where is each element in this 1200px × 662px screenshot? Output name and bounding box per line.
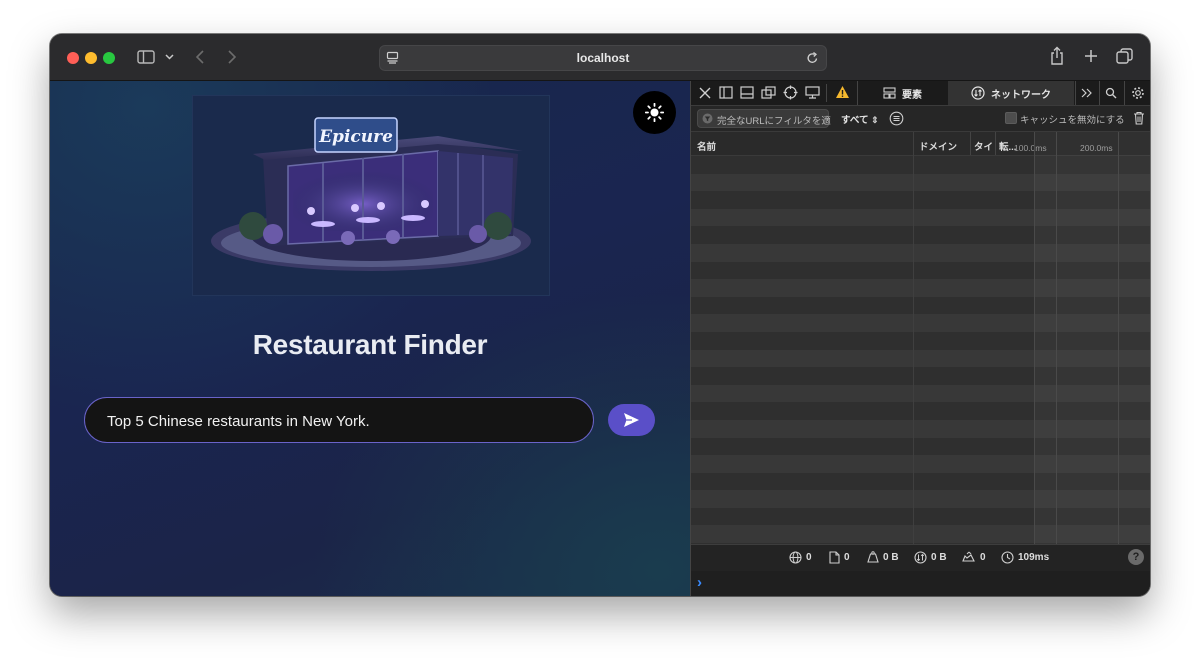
url-filter-input[interactable]: 完全なURLにフィルタを適 <box>697 109 831 128</box>
page-title: Restaurant Finder <box>252 329 488 360</box>
browser-window: localhost Epicure Restaurant Finder Top … <box>50 34 1150 596</box>
search-box <box>84 397 594 444</box>
network-summary-bar: 0 0 0 B 0 B 0 109ms ? <box>691 544 1150 572</box>
chevron-down-icon[interactable] <box>165 54 174 60</box>
column-divider <box>913 132 914 544</box>
transferred-value: 0 B <box>883 551 899 563</box>
toolbar-divider <box>1099 81 1100 105</box>
globe-icon <box>789 551 802 564</box>
filter-icon <box>702 113 713 124</box>
reload-icon[interactable] <box>806 51 819 65</box>
toolbar-divider <box>1124 81 1125 105</box>
transferred-size: 0 B <box>867 551 899 563</box>
detach-icon[interactable] <box>761 86 776 99</box>
close-inspector-icon[interactable] <box>699 87 711 99</box>
disable-cache-label: キャッシュを無効にする <box>1020 115 1125 126</box>
cloud-upload-icon <box>962 551 975 562</box>
inspector-toolbar: 要素 ネットワーク <box>691 81 1150 106</box>
search-input[interactable] <box>105 398 579 444</box>
close-window-button[interactable] <box>67 52 79 64</box>
prompt-chevron-icon: › <box>697 574 702 591</box>
tab-elements[interactable]: 要素 <box>858 81 947 105</box>
column-domain[interactable]: ドメイン <box>919 139 957 153</box>
dock-side-icon[interactable] <box>719 86 733 99</box>
resources-count: 0 <box>829 551 850 564</box>
redirects-value: 0 <box>980 551 986 563</box>
network-transfer-icon <box>914 551 927 564</box>
timeline-gridline <box>1056 132 1057 544</box>
address-bar[interactable]: localhost <box>379 45 827 71</box>
resources-value: 0 <box>844 552 850 563</box>
target-icon[interactable] <box>783 85 798 100</box>
forward-icon[interactable] <box>227 49 237 65</box>
toolbar-divider <box>826 84 827 102</box>
send-button[interactable] <box>608 404 655 436</box>
timeline-area <box>1034 132 1150 544</box>
timeline-gridline <box>1118 132 1119 544</box>
updown-icon: ⇕ <box>871 115 879 125</box>
redirects-count: 0 <box>962 551 986 563</box>
share-icon[interactable] <box>1050 46 1064 66</box>
url-text: localhost <box>576 51 630 65</box>
requests-value: 0 <box>806 552 812 563</box>
console-prompt[interactable]: › <box>691 571 1150 596</box>
minimize-window-button[interactable] <box>85 52 97 64</box>
search-icon[interactable] <box>1105 87 1117 99</box>
elements-icon <box>883 87 896 99</box>
time-value: 109ms <box>1018 552 1050 563</box>
column-name[interactable]: 名前 <box>697 139 716 153</box>
network-filter-bar: 完全なURLにフィルタを適 すべて ⇕ キャッシュを無効にする <box>691 106 1150 132</box>
theme-toggle-button[interactable] <box>633 91 676 134</box>
tab-elements-label: 要素 <box>902 89 922 101</box>
document-icon <box>829 551 840 564</box>
weight-icon <box>867 551 879 563</box>
help-button[interactable]: ? <box>1128 549 1144 565</box>
column-divider <box>995 132 996 155</box>
tab-overview-icon[interactable] <box>1116 48 1133 65</box>
requests-count: 0 <box>789 551 812 564</box>
send-icon <box>624 413 639 427</box>
new-tab-icon[interactable] <box>1084 49 1098 63</box>
web-page: Epicure Restaurant Finder <box>50 81 690 596</box>
device-icon[interactable] <box>805 86 820 99</box>
more-tabs-icon[interactable] <box>1081 88 1092 98</box>
resource-type-label: すべて <box>841 115 869 126</box>
group-by-icon[interactable] <box>889 111 904 126</box>
trash-icon[interactable] <box>1133 111 1145 125</box>
back-icon[interactable] <box>195 49 205 65</box>
sidebar-icon[interactable] <box>137 50 155 64</box>
restaurant-sign-text: Epicure <box>318 127 393 147</box>
warning-icon[interactable] <box>835 85 850 99</box>
title-bar: localhost <box>50 34 1150 81</box>
resource-type-select[interactable]: すべて ⇕ <box>841 112 879 126</box>
column-divider <box>970 132 971 155</box>
column-type[interactable]: タイ <box>974 139 993 153</box>
restaurant-illustration: Epicure <box>211 117 531 271</box>
gear-icon[interactable] <box>1131 86 1145 100</box>
web-inspector: 要素 ネットワーク 完全なURLにフィルタを適 すべて ⇕ キャッシュを無効にす… <box>690 81 1150 596</box>
resource-size: 0 B <box>914 551 947 564</box>
tab-network[interactable]: ネットワーク <box>948 81 1074 105</box>
network-icon <box>971 86 985 100</box>
clock-icon <box>1001 551 1014 564</box>
disable-cache-checkbox[interactable] <box>1005 112 1017 124</box>
hero-image: Epicure <box>192 95 550 296</box>
size-value: 0 B <box>931 552 947 563</box>
zoom-window-button[interactable] <box>103 52 115 64</box>
tab-network-label: ネットワーク <box>991 89 1051 101</box>
toolbar-divider <box>1075 81 1076 105</box>
load-time: 109ms <box>1001 551 1049 564</box>
url-filter-placeholder: 完全なURLにフィルタを適 <box>717 116 831 127</box>
dock-bottom-icon[interactable] <box>740 86 754 99</box>
sun-icon <box>645 103 664 122</box>
